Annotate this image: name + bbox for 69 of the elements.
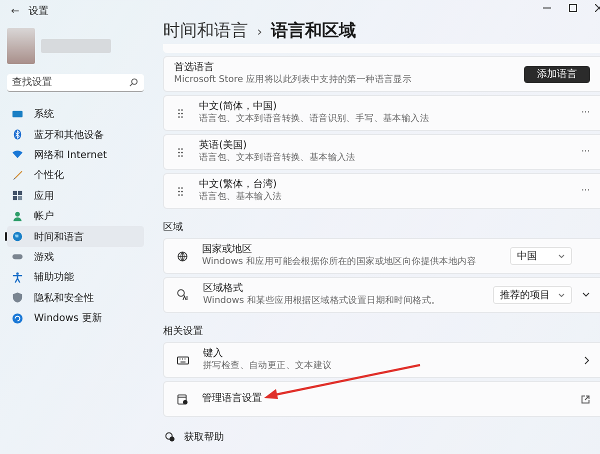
back-button[interactable]: ← <box>11 6 20 16</box>
section-heading: 区域 <box>163 220 184 234</box>
globe-icon <box>12 231 23 242</box>
sidebar-item[interactable]: 系统 <box>7 104 144 124</box>
sidebar-item[interactable]: 隐私和安全性 <box>7 288 144 308</box>
sidebar-item[interactable]: 蓝牙和其他设备 <box>7 124 144 145</box>
brush-icon <box>12 170 23 181</box>
drag-handle-icon[interactable] <box>178 148 183 156</box>
setting-title: 管理语言设置 <box>202 393 263 405</box>
blurred-avatar <box>7 28 35 64</box>
keyboard-icon <box>177 356 189 364</box>
more-options-button[interactable]: ··· <box>581 108 590 118</box>
chevron-down-icon <box>558 254 565 258</box>
globe-letters-icon <box>177 289 189 301</box>
dropdown[interactable]: 中国 <box>510 247 572 265</box>
sidebar-item[interactable]: 应用 <box>7 186 144 206</box>
update-icon <box>12 312 23 324</box>
sidebar-item[interactable]: 帐户 <box>7 206 144 226</box>
help-link[interactable]: 获取帮助 <box>184 430 224 444</box>
blurred-name <box>41 39 111 53</box>
accessibility-icon <box>12 272 23 283</box>
window-icon <box>177 394 188 404</box>
language-name: 英语(美国) <box>199 140 248 152</box>
sidebar-item[interactable]: 游戏 <box>7 246 144 268</box>
search-icon <box>129 78 138 87</box>
language-features: 语言包、基本输入法 <box>199 191 283 203</box>
language-features: 语言包、文本到语音转换、语音识别、手写、基本输入法 <box>199 113 430 125</box>
setting-title: 国家或地区 <box>202 244 253 256</box>
window-title: 设置 <box>28 4 48 18</box>
setting-description: 拼写检查、自动更正、文本建议 <box>203 360 333 372</box>
external-link-icon <box>580 394 590 404</box>
add-language-button[interactable]: 添加语言 <box>524 66 590 82</box>
person-icon <box>12 210 23 222</box>
search-field[interactable]: 查找设置 <box>7 74 144 92</box>
drag-handle-icon[interactable] <box>178 108 183 118</box>
card-title: 首选语言 <box>174 62 215 74</box>
setting-description: Windows 和应用可能会根据你所在的国家或地区向你提供本地内容 <box>202 256 476 268</box>
apps-icon <box>12 190 23 202</box>
language-name: 中文(繁体，台湾) <box>199 179 278 191</box>
dropdown[interactable]: 推荐的项目 <box>492 286 572 304</box>
setting-title: 区域格式 <box>203 283 244 295</box>
bluetooth-icon <box>12 129 23 140</box>
sidebar-item[interactable]: 辅助功能 <box>7 267 144 288</box>
sidebar-item[interactable]: 网络和 Internet <box>7 144 144 166</box>
breadcrumb-separator: › <box>257 25 262 40</box>
settings-link-card[interactable]: 管理语言设置 <box>163 381 600 417</box>
card-description: Microsoft Store 应用将以此列表中支持的第一种语言显示 <box>174 74 413 86</box>
breadcrumb-parent[interactable]: 时间和语言 <box>163 19 248 42</box>
expand-chevron-icon[interactable] <box>582 292 590 298</box>
wifi-icon <box>12 149 23 160</box>
maximize-icon[interactable] <box>568 4 577 12</box>
chevron-right-icon <box>584 356 590 364</box>
settings-link-card[interactable]: 键入 拼写检查、自动更正、文本建议 <box>163 342 600 378</box>
sidebar-item[interactable]: 时间和语言 <box>7 226 144 247</box>
setting-description: Windows 和某些应用根据区域格式设置日期和时间格式。 <box>203 295 442 307</box>
monitor-icon <box>12 108 23 120</box>
shield-icon <box>12 292 23 304</box>
sidebar-item[interactable]: 个性化 <box>7 165 144 186</box>
page-title: 语言和区域 <box>271 20 356 42</box>
sidebar-item[interactable]: Windows 更新 <box>7 308 144 328</box>
more-options-button[interactable]: ··· <box>581 186 590 196</box>
drag-handle-icon[interactable] <box>178 186 183 196</box>
language-name: 中文(简体，中国) <box>199 101 278 113</box>
more-options-button[interactable]: ··· <box>581 147 590 157</box>
section-heading: 相关设置 <box>163 324 204 338</box>
language-features: 语言包、文本到语音转换、基本输入法 <box>199 152 356 164</box>
globe-icon <box>177 250 188 262</box>
setting-title: 键入 <box>203 348 224 360</box>
chevron-down-icon <box>558 292 565 298</box>
